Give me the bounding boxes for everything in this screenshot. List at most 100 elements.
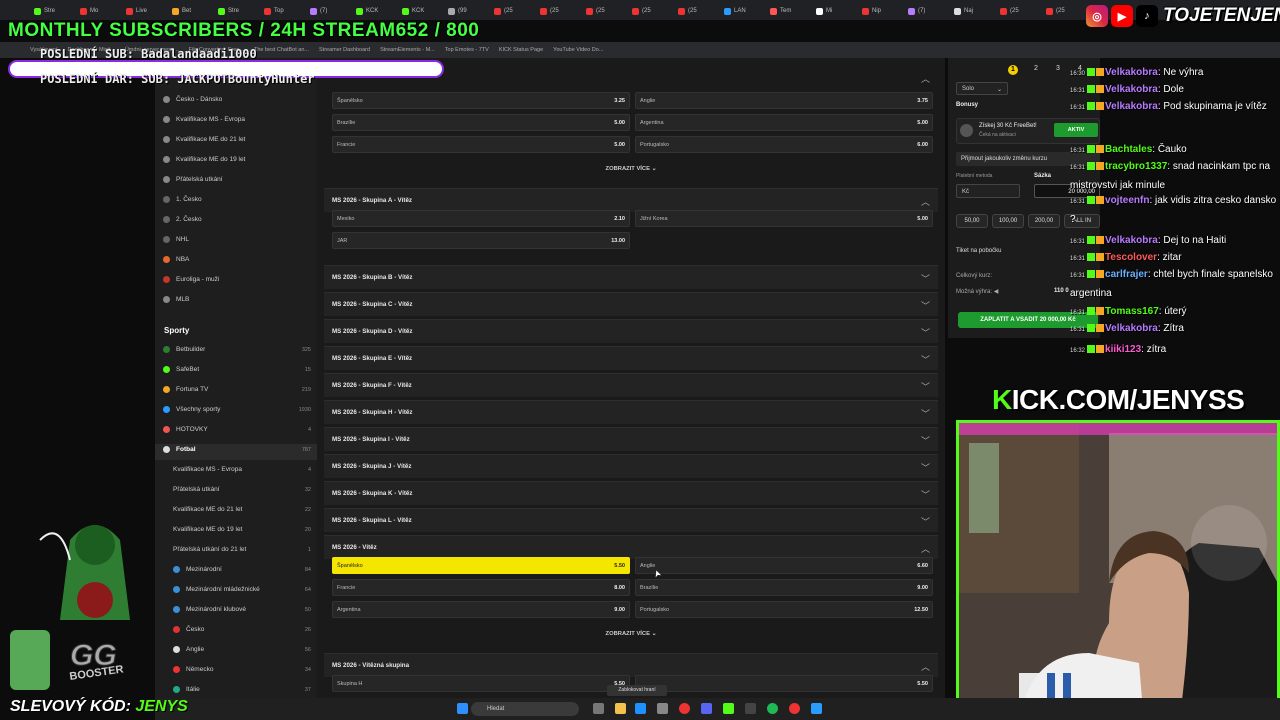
sidebar-sub-item[interactable]: Itálie 37 [173, 686, 311, 693]
obs-icon[interactable] [745, 703, 756, 714]
sidebar-sub-item[interactable]: Anglie 56 [173, 646, 311, 653]
browser-tab[interactable]: (25 [582, 2, 626, 20]
chevron-down-icon[interactable]: ﹀ [921, 380, 930, 393]
sidebar-sport-item[interactable]: Všechny sporty 1930 [163, 406, 311, 413]
sidebar-sub-item[interactable]: Kvalifikace ME do 21 let 22 [173, 506, 311, 513]
browser-tab[interactable]: (7) [904, 2, 948, 20]
task-view-icon[interactable] [593, 703, 604, 714]
bookmark-link[interactable]: StreamElements - M... [380, 47, 435, 53]
browser-tab[interactable]: (25 [628, 2, 672, 20]
chevron-up-icon[interactable]: ︿ [921, 72, 930, 85]
browser-tab[interactable]: KCK [398, 2, 442, 20]
app-icon[interactable] [811, 703, 822, 714]
market-header[interactable]: MS 2026 - Vítěz ︿ [324, 535, 938, 559]
browser-tab[interactable]: Bet [168, 2, 212, 20]
slip-page-tab[interactable]: 3 [1056, 65, 1060, 72]
market-header[interactable]: MS 2026 - Skupina A - Vítěz ︿ [324, 188, 938, 212]
chat-username[interactable]: Velkakobra [1105, 67, 1158, 78]
chat-username[interactable]: kiiki123 [1105, 344, 1141, 355]
sidebar-sport-item[interactable]: Betbuilder 325 [163, 346, 311, 353]
market-header[interactable]: MS 2026 - Skupina J - Vítěz ﹀ [324, 454, 938, 478]
chevron-down-icon[interactable]: ﹀ [921, 488, 930, 501]
stake-chip-button[interactable]: 50,00 [956, 214, 988, 228]
odds-button[interactable]: JAR 13.00 [332, 232, 630, 249]
sidebar-item[interactable]: Kvalifikace ME do 19 let [163, 156, 311, 163]
browser-tab[interactable]: KCK [352, 2, 396, 20]
chevron-down-icon[interactable]: ﹀ [921, 434, 930, 447]
chevron-down-icon[interactable]: ﹀ [921, 272, 930, 285]
market-header[interactable]: MS 2026 - Skupina K - Vítěz ﹀ [324, 481, 938, 505]
market-header[interactable]: MS 2026 - Skupina E - Vítěz ﹀ [324, 346, 938, 370]
odds-button[interactable]: 5.50 [635, 675, 933, 692]
sidebar-sport-item[interactable]: SafeBet 15 [163, 366, 311, 373]
sidebar-item[interactable]: MLB [163, 296, 311, 303]
market-header[interactable]: MS 2026 - Skupina I - Vítěz ﹀ [324, 427, 938, 451]
chat-username[interactable]: Tomass167 [1105, 306, 1159, 317]
chat-username[interactable]: Velkakobra [1105, 101, 1158, 112]
browser-tab[interactable]: Stre [214, 2, 258, 20]
odds-button[interactable]: Argentina 9.00 [332, 601, 630, 618]
bookmark-link[interactable]: KICK Status Page [499, 47, 543, 53]
chevron-down-icon[interactable]: ﹀ [921, 353, 930, 366]
sidebar-sub-item[interactable]: Mezinárodní 84 [173, 566, 311, 573]
browser-tab[interactable]: (25 [1042, 2, 1086, 20]
chevron-down-icon[interactable]: ﹀ [921, 407, 930, 420]
sidebar-sub-item[interactable]: Německo 34 [173, 666, 311, 673]
stake-chip-button[interactable]: 200,00 [1028, 214, 1060, 228]
edge-icon[interactable] [635, 703, 646, 714]
browser-tab[interactable]: Mo [76, 2, 120, 20]
sidebar-sub-item[interactable]: Mezinárodní klubové 50 [173, 606, 311, 613]
branch-ticket-toggle[interactable]: Tiket na pobočku [956, 248, 1001, 254]
browser-tab[interactable]: Live [122, 2, 166, 20]
sidebar-sub-item[interactable]: Kvalifikace MS - Evropa 4 [173, 466, 311, 473]
odds-button[interactable]: Mexiko 2.10 [332, 210, 630, 227]
chevron-down-icon[interactable]: ﹀ [921, 461, 930, 474]
kick-app-icon[interactable] [723, 703, 734, 714]
sidebar-sport-item[interactable]: HOTOVKY 4 [163, 426, 311, 433]
chevron-up-icon[interactable]: ︿ [921, 660, 930, 673]
sidebar-sub-item[interactable]: Mezinárodní mládežnické 64 [173, 586, 311, 593]
show-more-link[interactable]: ZOBRAZIT VÍCE ⌄ [324, 166, 938, 172]
browser-tab[interactable]: (25 [674, 2, 718, 20]
chevron-down-icon[interactable]: ﹀ [921, 299, 930, 312]
sidebar-item[interactable]: Přátelská utkání [163, 176, 311, 183]
chevron-up-icon[interactable]: ︿ [921, 542, 930, 555]
sidebar-sub-item[interactable]: Česko 26 [173, 626, 311, 633]
browser-tab[interactable]: (25 [536, 2, 580, 20]
market-header[interactable]: MS 2026 - Skupina H - Vítěz ﹀ [324, 400, 938, 424]
odds-button[interactable]: Španělsko 5.50 [332, 557, 630, 574]
browser-tab[interactable]: (99 [444, 2, 488, 20]
sidebar-item[interactable]: Euroliga - muži [163, 276, 311, 283]
bookmark-link[interactable]: The best ChatBot an... [254, 47, 309, 53]
sidebar-sub-item[interactable]: Přátelská utkání do 21 let 1 [173, 546, 311, 553]
odds-button[interactable]: Španělsko 3.25 [332, 92, 630, 109]
chat-username[interactable]: Velkakobra [1105, 84, 1158, 95]
sidebar-item[interactable]: NBA [163, 256, 311, 263]
sidebar-item[interactable]: 1. Česko [163, 196, 311, 203]
sidebar-item[interactable]: Kvalifikace ME do 21 let [163, 136, 311, 143]
sidebar-item[interactable]: Kvalifikace MS - Evropa [163, 116, 311, 123]
store-icon[interactable] [657, 703, 668, 714]
bookmark-link[interactable]: YouTube Video Do... [553, 47, 603, 53]
odds-button[interactable]: Jižní Korea 5.00 [635, 210, 933, 227]
file-explorer-icon[interactable] [615, 703, 626, 714]
chat-username[interactable]: carlfrajer [1105, 269, 1148, 280]
odds-button[interactable]: Portugalsko 6.00 [635, 136, 933, 153]
windows-start-icon[interactable] [457, 703, 468, 714]
sidebar-item[interactable]: NHL [163, 236, 311, 243]
browser-tab[interactable]: (25 [490, 2, 534, 20]
chat-username[interactable]: vojteenfn [1105, 195, 1149, 206]
mode-select[interactable]: Solo ⌄ [956, 82, 1008, 95]
slip-page-tab[interactable]: 1 [1008, 65, 1018, 75]
chevron-up-icon[interactable]: ︿ [921, 195, 930, 208]
chat-username[interactable]: Bachtales [1105, 144, 1152, 155]
sidebar-sub-item[interactable]: Kvalifikace ME do 19 let 20 [173, 526, 311, 533]
browser-tab[interactable]: Tem [766, 2, 810, 20]
chat-username[interactable]: Tescolover [1105, 252, 1157, 263]
odds-button[interactable]: Francie 8.00 [332, 579, 630, 596]
chat-username[interactable]: Velkakobra [1105, 323, 1158, 334]
odds-button[interactable]: Skupina H 5.50 [332, 675, 630, 692]
browser-tab[interactable]: (25 [996, 2, 1040, 20]
browser-tab[interactable]: Top [260, 2, 304, 20]
market-header[interactable]: MS 2026 - Vítězná skupina ︿ [324, 653, 938, 677]
